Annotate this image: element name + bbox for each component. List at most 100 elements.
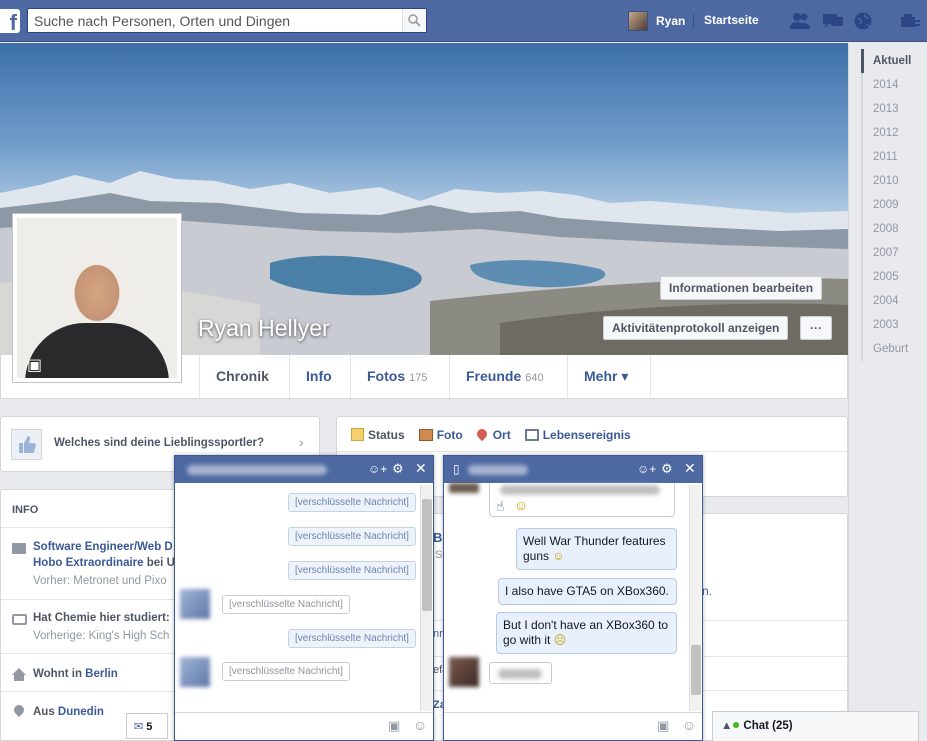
status-label: Status <box>368 428 405 442</box>
timeline-year-item[interactable]: 2014 <box>861 73 921 97</box>
sent-message: But I don't have an XBox360 to go with i… <box>496 612 677 654</box>
contact-name-blurred <box>187 465 327 475</box>
timeline-year-item[interactable]: 2013 <box>861 97 921 121</box>
sent-message: Well War Thunder features guns ☺ <box>516 528 677 570</box>
privacy-shortcuts-icon[interactable] <box>899 12 921 30</box>
encrypted-message: [verschlüsselte Nachricht] <box>222 595 350 614</box>
tab-photos[interactable]: Fotos 175 <box>350 355 449 398</box>
chat-tab-notification[interactable]: ✉ 5 <box>126 713 168 739</box>
person-icon: ▲ <box>721 720 733 732</box>
add-friend-icon[interactable]: ☺+ <box>637 462 656 476</box>
encrypted-message: [verschlüsselte Nachricht] <box>288 629 416 648</box>
messages-icon[interactable] <box>822 12 844 30</box>
tab-count: 640 <box>525 372 544 384</box>
timeline-year-item[interactable]: 2005 <box>861 265 921 289</box>
search-box <box>27 8 427 33</box>
from-label: Aus <box>33 706 58 718</box>
profile-picture[interactable]: ▣ <box>12 213 182 383</box>
tab-info[interactable]: Info <box>289 355 350 398</box>
timeline-year-item[interactable]: 2004 <box>861 289 921 313</box>
blurred-text <box>500 485 660 495</box>
life-event-tab[interactable]: Lebensereignis <box>524 428 631 442</box>
timeline-year-item[interactable]: 2010 <box>861 169 921 193</box>
contact-avatar <box>180 589 210 619</box>
timeline-year-item[interactable]: 2008 <box>861 217 921 241</box>
gear-icon[interactable]: ⚙ <box>661 461 673 477</box>
chat-input-area[interactable]: ▣ ☺ <box>175 712 433 740</box>
timeline-year-item[interactable]: 2012 <box>861 121 921 145</box>
encrypted-message: [verschlüsselte Nachricht] <box>288 493 416 512</box>
add-friend-icon[interactable]: ☺+ <box>368 462 387 476</box>
chat-scrollbar[interactable] <box>420 485 432 711</box>
facebook-logo[interactable]: f <box>0 9 20 33</box>
like-icon: ☝ <box>496 498 505 514</box>
contact-avatar <box>449 657 479 687</box>
feed-fragment-b: B <box>433 530 443 545</box>
lives-in: Wohnt in Berlin <box>33 668 118 680</box>
notifications-icon[interactable] <box>853 12 875 30</box>
city-link[interactable]: Berlin <box>85 668 118 680</box>
work-title[interactable]: Software Engineer/Web D <box>33 541 173 553</box>
timeline-year-item[interactable]: 2003 <box>861 313 921 337</box>
emoji-icon[interactable]: ☺ <box>413 717 427 733</box>
close-icon[interactable]: ✕ <box>415 460 427 477</box>
profile-name[interactable]: Ryan Hellyer <box>198 315 330 342</box>
briefcase-icon <box>12 543 26 554</box>
chat-header[interactable]: ▯ ☺+ ⚙ ✕ <box>444 455 702 483</box>
scrollbar-thumb[interactable] <box>691 645 701 695</box>
frown-emoticon: ☹ <box>553 633 567 647</box>
friend-requests-icon[interactable] <box>789 12 811 30</box>
emoji-icon[interactable]: ☺ <box>682 717 696 733</box>
timeline-year-item[interactable]: 2011 <box>861 145 921 169</box>
timeline-year-nav: Aktuell 2014 2013 2012 2011 2010 2009 2008 2007 2… <box>848 43 927 741</box>
contact-avatar <box>180 657 210 687</box>
chat-window-2: ▯ ☺+ ⚙ ✕ ☝ ☺ Well War Thunder features g… <box>443 455 703 741</box>
chat-bubble-icon: ✉ <box>134 721 144 733</box>
search-input[interactable] <box>28 9 398 32</box>
blurred-text <box>498 669 542 679</box>
gear-icon[interactable]: ⚙ <box>392 461 404 477</box>
profile-link[interactable]: Ryan <box>628 11 685 31</box>
feed-fragment-s: S <box>435 549 443 561</box>
chat-scrollbar[interactable] <box>689 485 701 711</box>
camera-icon[interactable]: ▣ <box>27 355 42 375</box>
edit-info-button[interactable]: Informationen bearbeiten <box>660 276 823 300</box>
tab-friends[interactable]: Freunde 640 <box>449 355 567 398</box>
timeline-year-item[interactable]: 2007 <box>861 241 921 265</box>
search-icon <box>408 14 421 27</box>
avatar <box>628 11 648 31</box>
timeline-year-item[interactable]: Aktuell <box>861 49 921 73</box>
photo-tab[interactable]: Foto <box>418 428 463 442</box>
chat-input-area[interactable]: ▣ ☺ <box>444 712 702 740</box>
divider <box>693 14 694 28</box>
encrypted-message: [verschlüsselte Nachricht] <box>288 527 416 546</box>
top-navigation-bar: f Ryan Startseite <box>0 0 927 42</box>
study-text: Hat Chemie hier studiert: <box>33 612 170 624</box>
home-icon-base <box>14 675 24 681</box>
message-text: But I don't have an XBox360 to go with i… <box>503 618 669 647</box>
chat-header[interactable]: ☺+ ⚙ ✕ <box>175 455 433 483</box>
timeline-year-item[interactable]: 2009 <box>861 193 921 217</box>
smiley-emoticon: ☺ <box>552 549 565 563</box>
status-tab[interactable]: Status <box>351 428 405 442</box>
home-link[interactable]: Startseite <box>704 13 759 27</box>
more-options-button[interactable]: ··· <box>800 316 832 340</box>
tab-timeline[interactable]: Chronik <box>199 355 289 398</box>
activity-log-button[interactable]: Aktivitätenprotokoll anzeigen <box>603 316 789 340</box>
camera-icon[interactable]: ▣ <box>388 718 400 734</box>
scrollbar-thumb[interactable] <box>422 499 432 611</box>
feed-fragment-n: n. <box>702 584 713 598</box>
search-button[interactable] <box>402 9 426 32</box>
employer-link[interactable]: Hobo Extraordinaire <box>33 557 144 569</box>
place-tab[interactable]: Ort <box>474 426 511 442</box>
lives-label: Wohnt in <box>33 668 86 680</box>
received-message <box>489 662 552 684</box>
close-icon[interactable]: ✕ <box>684 460 696 477</box>
chat-sidebar-button[interactable]: ▲ Chat (25) <box>712 711 919 741</box>
place-label: Ort <box>492 428 511 442</box>
camera-icon[interactable]: ▣ <box>657 718 669 734</box>
timeline-year-item[interactable]: Geburt <box>861 337 921 361</box>
hometown-link[interactable]: Dunedin <box>58 706 104 718</box>
tab-more[interactable]: Mehr ▾ <box>567 355 651 398</box>
tab-label: Mehr ▾ <box>584 368 629 384</box>
